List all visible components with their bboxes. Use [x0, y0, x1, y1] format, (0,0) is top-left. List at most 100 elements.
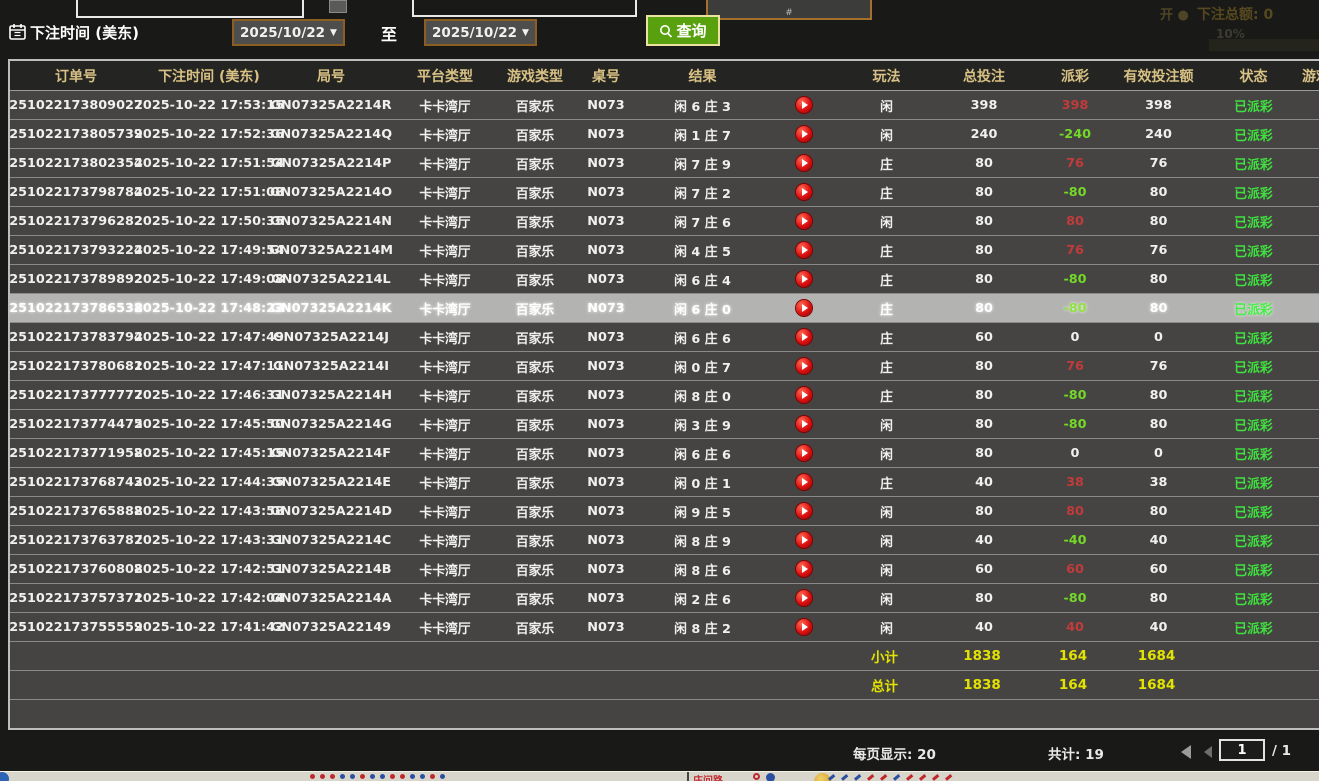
cell-status: 已派彩 [1211, 497, 1296, 525]
grand-total-payout: 164 [1042, 671, 1104, 699]
replay-icon[interactable] [796, 561, 812, 577]
table-row[interactable]: 2510221738057392025-10-22 17:52:36GN0732… [10, 120, 1319, 149]
cell-result: 闲 0 庄 7 [646, 352, 759, 380]
road-divider [687, 772, 689, 781]
cell-payout: -40 [1044, 526, 1106, 554]
to-label: 至 [381, 21, 397, 45]
date-to-select[interactable]: 2025/10/22 ▼ [424, 19, 537, 46]
replay-icon[interactable] [796, 590, 812, 606]
cell-platform: 卡卡湾厅 [386, 497, 504, 525]
cell-play-type: 庄 [849, 265, 924, 293]
replay-icon[interactable] [796, 155, 812, 171]
cell-payout: 0 [1044, 439, 1106, 467]
cell-payout: 398 [1044, 91, 1106, 119]
cell-total-bet: 80 [924, 584, 1044, 612]
cell-bet-time: 2025-10-22 17:45:50 [142, 410, 276, 438]
chevron-down-icon: ▼ [330, 28, 337, 38]
cell-valid-bet: 80 [1106, 497, 1211, 525]
cell-play-type: 闲 [849, 410, 924, 438]
replay-icon[interactable] [796, 184, 812, 200]
cell-result: 闲 0 庄 1 [646, 468, 759, 496]
cell-play-type: 闲 [849, 555, 924, 583]
cell-replay [759, 91, 849, 119]
cell-table-no: N073 [566, 207, 646, 235]
table-row[interactable]: 2510221738090272025-10-22 17:53:15GN0732… [10, 91, 1319, 120]
table-row[interactable]: 2510221737573712025-10-22 17:42:04GN0732… [10, 584, 1319, 613]
replay-icon[interactable] [796, 532, 812, 548]
replay-icon[interactable] [796, 97, 812, 113]
table-row[interactable]: 2510221737719582025-10-22 17:45:15GN0732… [10, 439, 1319, 468]
cell-play-type: 庄 [849, 236, 924, 264]
cell-round-id: GN07325A2214P [276, 149, 386, 177]
roadmap-dot [430, 774, 435, 779]
cell-game-type: 百家乐 [504, 178, 566, 206]
replay-icon[interactable] [796, 619, 812, 635]
replay-icon[interactable] [796, 329, 812, 345]
replay-icon[interactable] [796, 271, 812, 287]
cell-result: 闲 3 庄 9 [646, 410, 759, 438]
cell-order: 251022173809027 [10, 91, 142, 119]
replay-icon[interactable] [796, 416, 812, 432]
replay-icon[interactable] [796, 358, 812, 374]
replay-icon[interactable] [796, 213, 812, 229]
cell-table-no: N073 [566, 439, 646, 467]
roadmap-dash [867, 774, 874, 780]
prev-page-icon[interactable] [1204, 746, 1212, 758]
replay-icon[interactable] [796, 503, 812, 519]
cell-result: 闲 7 庄 6 [646, 207, 759, 235]
replay-icon[interactable] [796, 126, 812, 142]
table-row[interactable]: 2510221737987842025-10-22 17:51:08GN0732… [10, 178, 1319, 207]
subtotal-valid-bet: 1684 [1104, 642, 1209, 670]
replay-icon[interactable] [796, 387, 812, 403]
table-row[interactable]: 2510221737555592025-10-22 17:41:42GN0732… [10, 613, 1319, 642]
cell-order: 251022173774475 [10, 410, 142, 438]
table-row[interactable]: 2510221737837942025-10-22 17:47:49GN0732… [10, 323, 1319, 352]
cell-game [1296, 410, 1319, 438]
cell-bet-time: 2025-10-22 17:42:04 [142, 584, 276, 612]
replay-icon[interactable] [796, 474, 812, 490]
replay-icon[interactable] [796, 445, 812, 461]
cell-game [1296, 323, 1319, 351]
table-row[interactable]: 2510221737865382025-10-22 17:48:23GN0732… [10, 294, 1319, 323]
date-from-select[interactable]: 2025/10/22 ▼ [232, 19, 345, 46]
cell-table-no: N073 [566, 613, 646, 641]
cell-valid-bet: 76 [1106, 149, 1211, 177]
road-ask-label: 庄问路 [693, 772, 723, 781]
cell-bet-time: 2025-10-22 17:41:42 [142, 613, 276, 641]
cell-play-type: 庄 [849, 323, 924, 351]
cell-valid-bet: 40 [1106, 613, 1211, 641]
query-button[interactable]: 查询 [646, 15, 720, 46]
roadmap-dot [410, 774, 415, 779]
cell-platform: 卡卡湾厅 [386, 584, 504, 612]
first-page-icon[interactable] [1181, 745, 1191, 759]
table-row[interactable]: 2510221737744752025-10-22 17:45:50GN0732… [10, 410, 1319, 439]
header-1: 下注时间 (美东) [142, 61, 276, 90]
table-row[interactable]: 2510221737637872025-10-22 17:43:31GN0732… [10, 526, 1319, 555]
table-row[interactable]: 2510221737608082025-10-22 17:42:51GN0732… [10, 555, 1319, 584]
cell-game [1296, 236, 1319, 264]
cell-platform: 卡卡湾厅 [386, 526, 504, 554]
table-row[interactable]: 2510221737658882025-10-22 17:43:58GN0732… [10, 497, 1319, 526]
cell-replay [759, 120, 849, 148]
table-row[interactable]: 2510221737898922025-10-22 17:49:08GN0732… [10, 265, 1319, 294]
table-row[interactable]: 2510221737687432025-10-22 17:44:35GN0732… [10, 468, 1319, 497]
cell-replay [759, 381, 849, 409]
cell-status: 已派彩 [1211, 265, 1296, 293]
cell-result: 闲 6 庄 6 [646, 439, 759, 467]
table-row[interactable]: 2510221737777772025-10-22 17:46:31GN0732… [10, 381, 1319, 410]
table-row[interactable]: 2510221737932242025-10-22 17:49:54GN0732… [10, 236, 1319, 265]
cell-total-bet: 80 [924, 265, 1044, 293]
cell-game-type: 百家乐 [504, 91, 566, 119]
cell-replay [759, 613, 849, 641]
page-number-input[interactable] [1219, 739, 1265, 761]
cell-game [1296, 526, 1319, 554]
replay-icon[interactable] [796, 242, 812, 258]
replay-icon[interactable] [796, 300, 812, 316]
cell-valid-bet: 80 [1106, 178, 1211, 206]
table-row[interactable]: 2510221737962822025-10-22 17:50:35GN0732… [10, 207, 1319, 236]
cell-status: 已派彩 [1211, 381, 1296, 409]
header-6: 结果 [646, 61, 759, 90]
subtotal-empty [1209, 642, 1294, 670]
table-row[interactable]: 2510221737806812025-10-22 17:47:11GN0732… [10, 352, 1319, 381]
table-row[interactable]: 2510221738023542025-10-22 17:51:54GN0732… [10, 149, 1319, 178]
